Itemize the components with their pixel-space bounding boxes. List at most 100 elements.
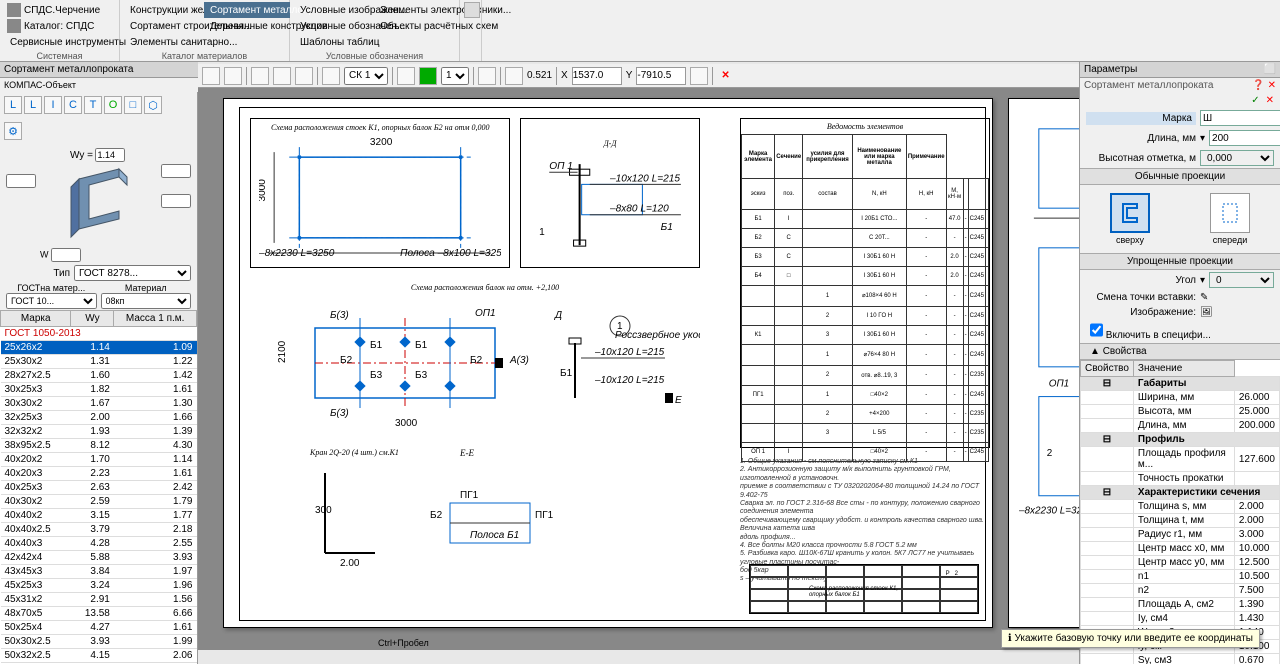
edit-button[interactable] [295,67,313,85]
profile-row[interactable]: 40x40x34.282.55 [1,537,197,551]
ribbon-table-templates[interactable]: Шаблоны таблиц [294,34,374,50]
image-icon[interactable]: 🖼 [1200,307,1213,318]
tab-title[interactable]: Сортамент металлопроката [4,64,133,75]
marka-input[interactable] [1200,110,1280,126]
include-spec-checkbox[interactable] [1090,322,1103,338]
elevation-select[interactable]: 0,000 [1200,150,1274,166]
ribbon-cond-img[interactable]: Условные изображен... [294,2,374,18]
profile-row[interactable]: 50x32x2.54.152.06 [1,649,197,663]
l-shape2-icon[interactable]: L [24,96,42,114]
profile-row[interactable]: 45x25x33.241.96 [1,579,197,593]
snap-button[interactable] [397,67,415,85]
zoom-btn[interactable] [478,67,496,85]
prop-row[interactable]: Длина, мм200.000 [1081,419,1280,433]
profile-row[interactable]: 25x26x21.141.09 [1,341,197,355]
prop-row[interactable]: Высота, мм25.000 [1081,405,1280,419]
help-icon[interactable]: ❓ [1252,80,1264,91]
ribbon-electro[interactable]: Элементы электротехники... [374,2,460,18]
ribbon-metal-range[interactable]: Сортамент металлопроката [204,2,290,18]
prop-row[interactable]: Центр масс y0, мм12.500 [1081,556,1280,570]
dim2-input[interactable] [161,164,191,178]
prop-row[interactable]: Sy, см30.670 [1081,654,1280,664]
scale-select[interactable]: 1 [441,67,469,85]
angle-lock-icon[interactable]: ▾ [1200,275,1205,286]
y-input[interactable] [636,67,686,85]
ribbon-calc-schemes[interactable]: Объекты расчётных схем [374,18,460,34]
color-button[interactable] [419,67,437,85]
length-lock-icon[interactable]: ▾ [1200,133,1205,144]
profile-row[interactable]: 30x30x21.671.30 [1,397,197,411]
line-button[interactable] [273,67,291,85]
profile-row[interactable]: 40x20x21.701.14 [1,453,197,467]
cancel-icon[interactable]: ✕ [1266,95,1274,106]
profile-row[interactable]: 32x25x32.001.66 [1,411,197,425]
profile-row[interactable]: 40x40x2.53.792.18 [1,523,197,537]
profile-row[interactable]: 32x32x21.931.39 [1,425,197,439]
ribbon-catalog-spds[interactable]: Каталог: СПДС [4,18,115,34]
close-button[interactable]: ✕ [717,70,733,81]
profile-row[interactable]: 38x95x2.58.124.30 [1,439,197,453]
undo-button[interactable] [202,67,220,85]
profile-row[interactable]: 42x42x45.883.93 [1,551,197,565]
params-maximize-icon[interactable]: ⬜ [1264,64,1276,75]
hex-shape-icon[interactable]: ⬡ [144,96,162,114]
proj-top[interactable]: сверху [1110,193,1150,245]
x-input[interactable] [572,67,622,85]
zoom-out-button[interactable] [505,67,523,85]
proj-front[interactable]: спереди [1210,193,1250,245]
prop-row[interactable]: n27.500 [1081,584,1280,598]
prop-row[interactable]: Iy, см41.430 [1081,612,1280,626]
w-input[interactable] [51,248,81,262]
profile-row[interactable]: 40x20x32.231.61 [1,467,197,481]
c-shape-icon[interactable]: C [64,96,82,114]
angle-select[interactable]: 0 [1209,272,1274,288]
prop-row[interactable]: Ширина, мм26.000 [1081,391,1280,405]
prop-row[interactable]: n110.500 [1081,570,1280,584]
sk-select[interactable]: СК 1 [344,67,388,85]
ribbon-reinforced-concrete[interactable]: Конструкции железобетонн... [124,2,204,18]
profile-row[interactable]: 48x70x513.586.66 [1,607,197,621]
i-shape-icon[interactable]: I [44,96,62,114]
profile-row[interactable]: 25x30x21.311.22 [1,355,197,369]
dim1-input[interactable] [6,174,36,188]
profile-row[interactable]: 30x25x31.821.61 [1,383,197,397]
redo-button[interactable] [224,67,242,85]
profile-table[interactable]: МаркаWyМасса 1 п.м.ГОСТ 1050-201325x26x2… [0,310,197,664]
wu-input[interactable] [95,148,125,162]
drawing-canvas[interactable]: Схема расположения стоек К1, опорных бал… [198,88,1079,650]
o-shape-icon[interactable]: O [104,96,122,114]
length-input[interactable] [1209,130,1280,146]
type-select[interactable]: ГОСТ 8278... [74,265,191,281]
prop-row[interactable]: Точность прокатки [1081,472,1280,486]
dim3-input[interactable] [161,194,191,208]
material-select[interactable]: 08кп [101,293,192,309]
prop-row[interactable]: Площадь профиля м...127.600 [1081,447,1280,472]
apply-icon[interactable]: ✓ [1251,95,1259,106]
profile-row[interactable]: 50x30x2.53.931.99 [1,635,197,649]
l-shape-icon[interactable]: L [4,96,22,114]
prop-row[interactable]: Радиус r1, мм3.000 [1081,528,1280,542]
profile-row[interactable]: 40x25x32.632.42 [1,481,197,495]
prop-row[interactable]: Толщина s, мм2.000 [1081,500,1280,514]
ribbon-service-tools[interactable]: Сервисные инструменты [4,34,115,50]
filter-button[interactable]: ⚙ [4,122,22,140]
brush-button[interactable] [251,67,269,85]
measure-button[interactable] [690,67,708,85]
ribbon-wood[interactable]: Деревянные конструкции [204,18,290,34]
t-shape-icon[interactable]: T [84,96,102,114]
grid-button[interactable] [322,67,340,85]
profile-row[interactable]: 40x30x22.591.79 [1,495,197,509]
ribbon-building-range[interactable]: Сортамент строительны... [124,18,204,34]
insert-pt-icon[interactable]: ✎ [1200,292,1208,303]
prop-row[interactable]: Центр масс x0, мм10.000 [1081,542,1280,556]
props-grid[interactable]: СвойствоЗначение⊟ГабаритыШирина, мм26.00… [1080,360,1280,664]
profile-row[interactable]: 45x31x22.911.56 [1,593,197,607]
profile-row[interactable]: 50x25x44.271.61 [1,621,197,635]
ribbon-sanitary[interactable]: Элементы санитарно... [124,34,204,50]
prop-row[interactable]: Толщина t, мм2.000 [1081,514,1280,528]
prop-row[interactable]: Площадь A, см21.390 [1081,598,1280,612]
props-title[interactable]: ▲ Свойства [1080,343,1280,360]
profile-row[interactable]: 40x40x23.151.77 [1,509,197,523]
profile-row[interactable]: 43x45x33.841.97 [1,565,197,579]
box-shape-icon[interactable]: □ [124,96,142,114]
